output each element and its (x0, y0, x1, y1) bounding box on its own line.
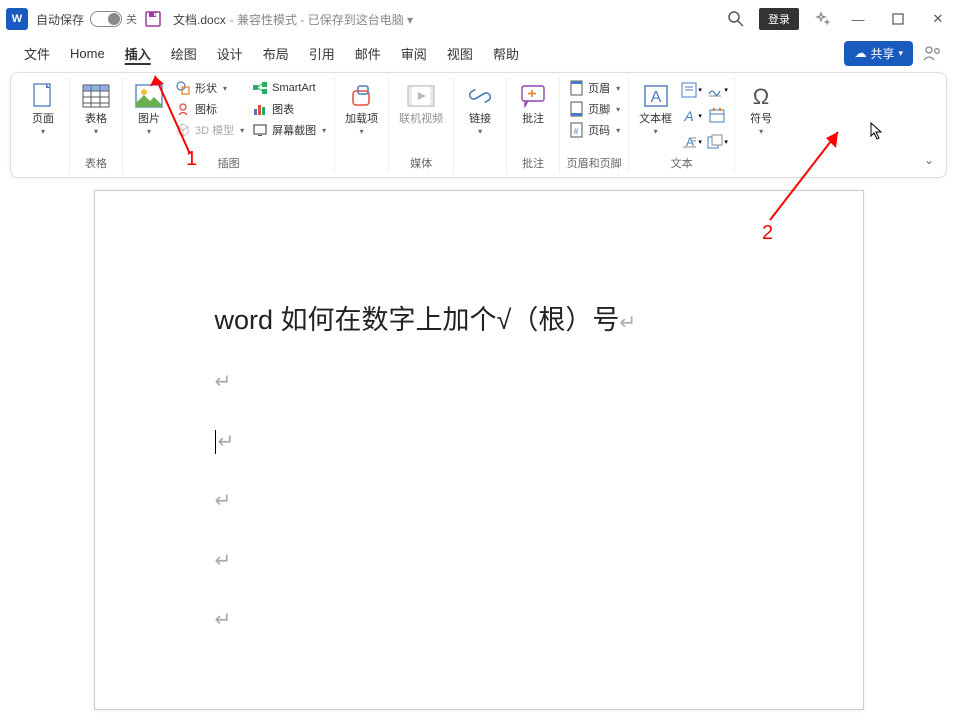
word-app-icon: W (6, 8, 28, 30)
tab-insert[interactable]: 插入 (115, 39, 161, 68)
title-bar: W 自动保存 关 文档.docx - 兼容性模式 - 已保存到这台电脑 ▾ 登录… (0, 0, 957, 38)
document-line-2[interactable]: ↵ (215, 350, 823, 409)
sparkle-icon[interactable] (813, 10, 831, 28)
dropcap-button[interactable]: A▾ (680, 131, 702, 153)
header-button[interactable]: 页眉▾ (566, 79, 622, 97)
tab-home[interactable]: Home (60, 41, 115, 66)
group-symbols: Ω 符号▾ (735, 77, 787, 173)
document-line-4[interactable]: ↵ (215, 469, 823, 528)
ribbon: 页面▾ 表格▾ 表格 图片▾ 形状▾ 图标 3D 模型▾ SmartA (10, 72, 947, 178)
group-pages: 页面▾ (17, 77, 70, 173)
document-page[interactable]: word 如何在数字上加个√（根）号↵ ↵ ↵ ↵ ↵ ↵ (94, 190, 864, 710)
tab-mail[interactable]: 邮件 (345, 39, 391, 68)
share-button[interactable]: ☁共享▾ (844, 41, 913, 66)
picture-button[interactable]: 图片▾ (129, 79, 169, 138)
autosave-state: 关 (126, 11, 137, 27)
online-video-button[interactable]: 联机视频 (395, 79, 447, 127)
smartart-button[interactable]: SmartArt (250, 79, 328, 97)
group-media: 联机视频 媒体 (389, 77, 454, 173)
ribbon-tabs: 文件 Home 插入 绘图 设计 布局 引用 邮件 审阅 视图 帮助 ☁共享▾ (0, 38, 957, 68)
group-links: 链接▾ (454, 77, 507, 173)
tab-layout[interactable]: 布局 (253, 39, 299, 68)
document-status[interactable]: - 兼容性模式 - 已保存到这台电脑 ▾ (230, 11, 413, 28)
tab-view[interactable]: 视图 (437, 39, 483, 68)
table-button[interactable]: 表格▾ (76, 79, 116, 138)
autosave-label: 自动保存 (36, 11, 84, 28)
3d-models-button[interactable]: 3D 模型▾ (173, 121, 246, 139)
save-icon[interactable] (145, 11, 161, 27)
tab-design[interactable]: 设计 (207, 39, 253, 68)
textbox-button[interactable]: A 文本框▾ (635, 79, 676, 138)
quickparts-button[interactable]: ▾ (680, 79, 702, 101)
document-area: word 如何在数字上加个√（根）号↵ ↵ ↵ ↵ ↵ ↵ (0, 190, 957, 710)
document-line-3[interactable]: ↵ (215, 410, 823, 469)
close-button[interactable]: ✕ (925, 6, 951, 32)
svg-text:A: A (650, 89, 661, 106)
tab-help[interactable]: 帮助 (483, 39, 529, 68)
document-line-5[interactable]: ↵ (215, 529, 823, 588)
comment-button[interactable]: 批注 (513, 79, 553, 127)
tab-draw[interactable]: 绘图 (161, 39, 207, 68)
page-button[interactable]: 页面▾ (23, 79, 63, 138)
group-comments: 批注 批注 (507, 77, 560, 173)
link-button[interactable]: 链接▾ (460, 79, 500, 138)
group-text: A 文本框▾ ▾ A▾ A▾ ▾ ▾ 文本 (629, 77, 735, 173)
shapes-button[interactable]: 形状▾ (173, 79, 246, 97)
pagenum-button[interactable]: #页码▾ (566, 121, 622, 139)
autosave-toggle[interactable] (90, 11, 122, 27)
document-line-6[interactable]: ↵ (215, 588, 823, 647)
minimize-button[interactable]: — (845, 6, 871, 32)
group-illustrations: 图片▾ 形状▾ 图标 3D 模型▾ SmartArt 图表 屏幕截图▾ 插图 (123, 77, 335, 173)
tab-review[interactable]: 审阅 (391, 39, 437, 68)
chart-button[interactable]: 图表 (250, 100, 328, 118)
collaboration-icon[interactable] (921, 42, 943, 64)
datetime-button[interactable] (706, 105, 728, 127)
footer-button[interactable]: 页脚▾ (566, 100, 622, 118)
object-button[interactable]: ▾ (706, 131, 728, 153)
icons-button[interactable]: 图标 (173, 100, 246, 118)
screenshot-button[interactable]: 屏幕截图▾ (250, 121, 328, 139)
group-tables: 表格▾ 表格 (70, 77, 123, 173)
tab-references[interactable]: 引用 (299, 39, 345, 68)
tab-file[interactable]: 文件 (14, 39, 60, 68)
document-title: 文档.docx (173, 11, 226, 28)
group-addins: 加载项▾ (335, 77, 389, 173)
signature-button[interactable]: ▾ (706, 79, 728, 101)
login-button[interactable]: 登录 (759, 8, 799, 30)
document-line-1[interactable]: word 如何在数字上加个√（根）号↵ (215, 291, 823, 350)
svg-text:Ω: Ω (753, 84, 769, 109)
cursor-icon (870, 122, 884, 140)
symbol-button[interactable]: Ω 符号▾ (741, 79, 781, 138)
group-headerfooter: 页眉▾ 页脚▾ #页码▾ 页眉和页脚 (560, 77, 629, 173)
maximize-button[interactable] (885, 6, 911, 32)
search-icon[interactable] (727, 10, 745, 28)
wordart-button[interactable]: A▾ (680, 105, 702, 127)
ribbon-collapse-button[interactable]: ⌄ (924, 77, 940, 173)
addins-button[interactable]: 加载项▾ (341, 79, 382, 138)
svg-text:#: # (573, 127, 578, 136)
svg-text:A: A (684, 108, 694, 124)
